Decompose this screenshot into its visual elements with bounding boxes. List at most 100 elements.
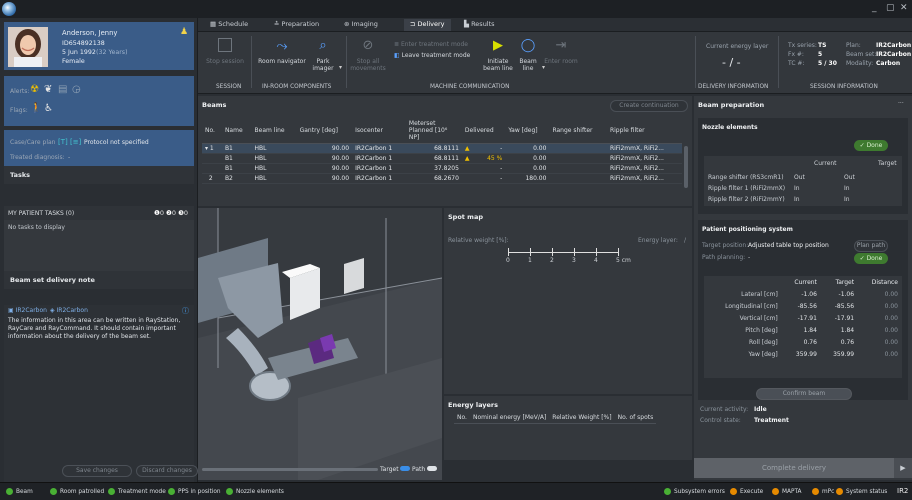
room-navigator-icon: ⤳ [276, 38, 288, 54]
note-title: Beam set delivery note [10, 276, 95, 284]
col-range-shifter[interactable]: Range shifter [549, 118, 607, 144]
warning-icon: ▲ [464, 155, 470, 162]
beam-line-dropdown-icon[interactable]: ▾ [542, 64, 545, 71]
more-options-icon[interactable]: ··· [898, 100, 904, 107]
room-navigator-button[interactable]: ⤳ Room navigator [256, 38, 308, 65]
tab-delivery-label: Delivery [417, 20, 445, 28]
case-icons[interactable]: [T] [≡] [58, 138, 81, 146]
info-icon[interactable]: ⓘ [182, 306, 189, 316]
stop-session-button[interactable]: Stop session [202, 38, 248, 65]
note-right-tag[interactable]: ◈ IR2Carbon [50, 307, 88, 314]
create-continuation-button[interactable]: Create continuation [610, 100, 688, 112]
calendar-icon: ▦ [210, 20, 219, 28]
col-nominal-energy[interactable]: Nominal energy [MeV/A] [469, 412, 550, 424]
tab-schedule-label: Schedule [218, 20, 249, 28]
ripple-filter-1-label: Ripple filter 1 (RiFi2mmX) [708, 185, 786, 192]
status-execute-label: Execute [740, 489, 764, 495]
cell-no: 2 [202, 173, 222, 184]
status-subsystem-errors[interactable]: Subsystem errors [664, 488, 725, 495]
cell-no [202, 163, 222, 174]
status-mpc[interactable]: mPc [812, 488, 834, 495]
alerts-box: Alerts: ☢ ❦ ▤ ◶ Flags: 🚶 ♿ [4, 76, 194, 126]
leave-treatment-mode-button[interactable]: ◧ Leave treatment mode [394, 52, 478, 59]
table-row[interactable]: B1 HBL 90.00 IR2Carbon 1 68.8111 ▲ 45 % … [202, 153, 682, 164]
beam-line-button[interactable]: ◯ Beam line ▾ [516, 38, 545, 72]
col-meterset[interactable]: Meterset Planned [10⁶ NP] [405, 118, 462, 144]
col-delivered[interactable]: Delivered [461, 118, 506, 144]
col-isocenter[interactable]: Isocenter [352, 118, 406, 144]
complete-delivery-arrow-icon[interactable]: ▶ [894, 458, 912, 478]
col-yaw[interactable]: Yaw [deg] [505, 118, 550, 144]
note-left-tag[interactable]: ▣ IR2Carbon [8, 307, 47, 314]
cell-meter: 37.8205 [405, 163, 462, 174]
note-header: Beam set delivery note [4, 271, 194, 289]
table-row[interactable]: 2 B2 HBL 90.00 IR2Carbon 1 68.2670 - 180… [202, 173, 682, 184]
col-no[interactable]: No. [454, 412, 470, 424]
target-toggle[interactable]: Target [380, 466, 411, 473]
status-mapta[interactable]: MAPTA [772, 488, 802, 495]
enter-treatment-mode-button[interactable]: ≣ Enter treatment mode [394, 41, 478, 48]
radiation-alert-icon[interactable]: ☢ [30, 84, 39, 95]
initiate-label: Initiate beam line [483, 58, 513, 72]
complete-delivery-button[interactable]: Complete delivery [694, 458, 894, 478]
person-flag-icon[interactable]: 🚶 [30, 103, 42, 114]
pps-done-button[interactable]: ✓ Done [854, 253, 888, 264]
pacemaker-alert-icon[interactable]: ❦ [44, 84, 52, 95]
cell-rs [549, 163, 607, 174]
scale-label: 1 [528, 257, 532, 264]
nozzle-done-button[interactable]: ✓ Done [854, 140, 888, 151]
status-system[interactable]: System status [836, 488, 887, 495]
check-status-icon [226, 488, 233, 495]
col-spots[interactable]: No. of spots [614, 412, 657, 424]
path-toggle-switch[interactable] [427, 466, 438, 471]
device-alert-icon[interactable]: ◶ [72, 84, 81, 95]
save-changes-button[interactable]: Save changes [62, 465, 132, 477]
path-toggle[interactable]: Path [412, 466, 438, 473]
enter-room-button[interactable]: ⇥ Enter room [544, 38, 578, 65]
tab-imaging[interactable]: ⊛ Imaging [344, 20, 378, 28]
patient-card[interactable]: Anderson, Jenny ♟ ID654892138 5 Jun 1992… [4, 22, 194, 70]
view-scrollbar[interactable] [202, 468, 378, 471]
col-no[interactable]: No. [202, 118, 222, 144]
park-imager-button[interactable]: ⌕ Park imager ▾ [308, 38, 342, 72]
tab-preparation[interactable]: ≛ Preparation [274, 20, 319, 28]
cell-rf: RiFi2mmX, RiFi2... [606, 163, 682, 174]
task-counts: ❶0 ❷0 ❸0 [154, 209, 188, 217]
col-ripple-filter[interactable]: Ripple filter [606, 118, 682, 144]
col-beam-line[interactable]: Beam line [251, 118, 297, 144]
tab-schedule[interactable]: ▦ Schedule [210, 20, 248, 28]
park-imager-dropdown-icon[interactable]: ▾ [339, 64, 342, 71]
note-text[interactable]: The information in this area can be writ… [8, 317, 188, 341]
my-tasks-header[interactable]: MY PATIENT TASKS (0) [8, 210, 74, 217]
range-shifter-current: Out [794, 174, 805, 181]
discard-changes-button[interactable]: Discard changes [136, 465, 198, 477]
target-toggle-switch[interactable] [400, 466, 411, 471]
tab-delivery[interactable]: ⊐ Delivery [404, 19, 451, 31]
ripple-filter-2-current: In [794, 196, 800, 203]
pps-empty-header [704, 276, 782, 288]
status-execute[interactable]: Execute [730, 488, 763, 495]
tab-results[interactable]: ▙ Results [464, 20, 495, 28]
cell-line: HBL [251, 173, 297, 184]
confirm-beam-button[interactable]: Confirm beam [756, 388, 852, 400]
plan-path-button[interactable]: Plan path [854, 240, 888, 252]
nozzle-title: Nozzle elements [702, 124, 758, 131]
spot-map-panel: Spot map Relative weight [%]: Energy lay… [444, 208, 692, 394]
implant-alert-icon[interactable]: ▤ [58, 84, 67, 95]
room-3d-view[interactable]: Target Path [198, 208, 442, 480]
wheelchair-flag-icon[interactable]: ♿ [44, 103, 53, 114]
warning-status-icon [772, 488, 779, 495]
note-right-tag-text: IR2Carbon [56, 307, 88, 314]
col-relative-weight[interactable]: Relative Weight [%] [549, 412, 615, 424]
col-name[interactable]: Name [221, 118, 252, 144]
table-row[interactable]: B1 HBL 90.00 IR2Carbon 1 37.8205 - 0.00 … [202, 163, 682, 174]
stop-all-movements-button[interactable]: ⊘ Stop all movements [350, 38, 386, 72]
initiate-beam-line-button[interactable]: ▶ Initiate beam line [482, 38, 514, 72]
beams-scrollbar[interactable] [684, 146, 688, 188]
minimize-button[interactable]: _ [872, 3, 877, 13]
col-gantry[interactable]: Gantry [deg] [296, 118, 353, 144]
close-button[interactable]: ✕ [900, 3, 908, 13]
pps-distance: 0.00 [884, 314, 898, 322]
restore-button[interactable]: ▢ [886, 3, 895, 13]
table-row[interactable]: ▾ 1 B1 HBL 90.00 IR2Carbon 1 68.8111 ▲ -… [202, 143, 682, 154]
